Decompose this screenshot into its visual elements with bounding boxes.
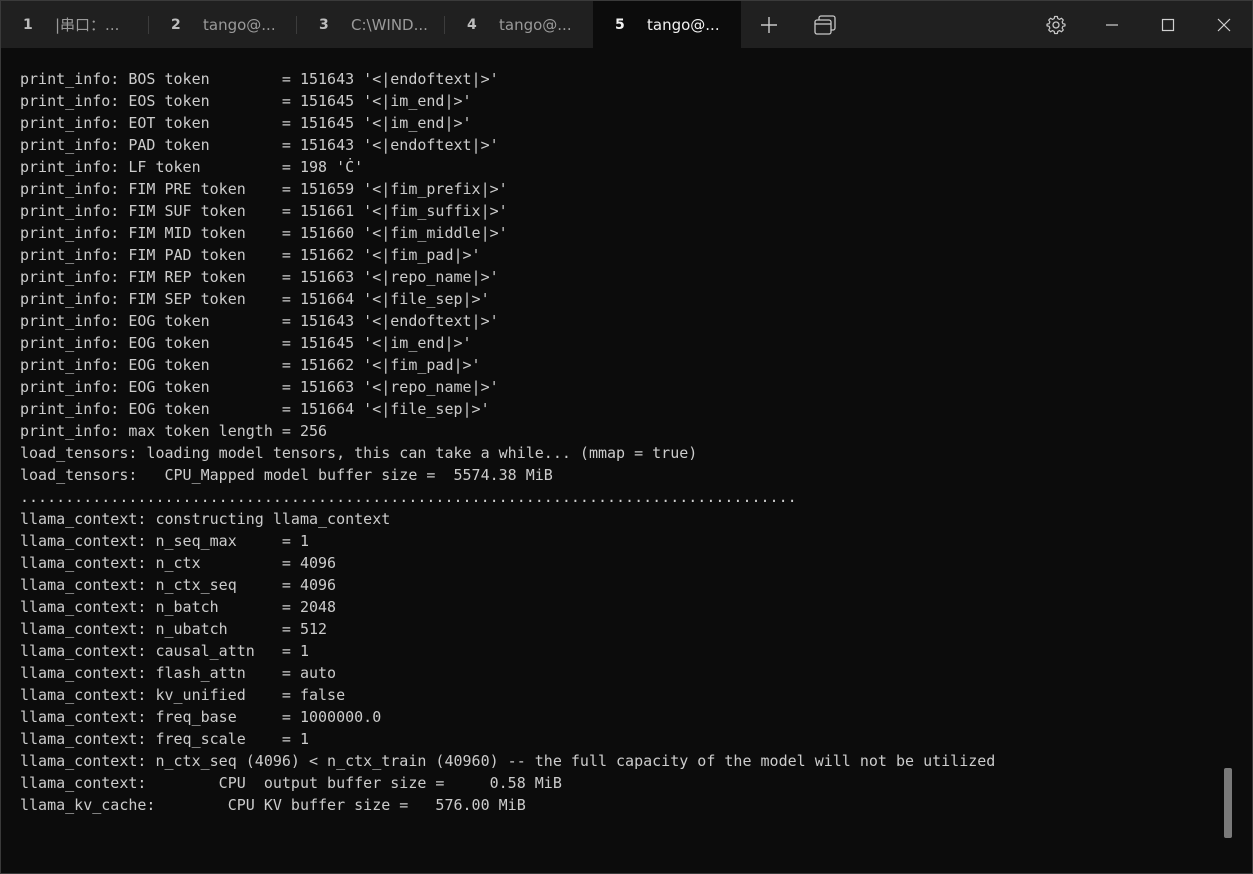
terminal-line: print_info: PAD token = 151643 '<|endoft… [20, 136, 499, 154]
scrollbar-thumb[interactable] [1224, 768, 1232, 838]
terminal-line: print_info: EOG token = 151664 '<|file_s… [20, 400, 490, 418]
terminal-line: print_info: FIM PAD token = 151662 '<|fi… [20, 246, 481, 264]
tab-number: 5 [615, 16, 625, 33]
terminal-line: print_info: FIM SUF token = 151661 '<|fi… [20, 202, 508, 220]
maximize-icon [1161, 18, 1175, 31]
terminal-line: print_info: FIM SEP token = 151664 '<|fi… [20, 290, 490, 308]
maximize-button[interactable] [1140, 1, 1196, 48]
terminal-line: print_info: max token length = 256 [20, 422, 328, 440]
terminal-line: llama_context: n_ubatch = 512 [20, 620, 328, 638]
tab-2[interactable]: 2 tango@... [149, 1, 297, 48]
plus-icon [761, 16, 777, 33]
terminal-line: print_info: EOS token = 151645 '<|im_end… [20, 92, 472, 110]
terminal-line: print_info: EOG token = 151645 '<|im_end… [20, 334, 472, 352]
terminal-line: print_info: FIM PRE token = 151659 '<|fi… [20, 180, 508, 198]
tab-strip: 1 |串口：... 2 tango@... 3 C:\WIND... 4 tango@... 5… [1, 1, 741, 48]
terminal-line: llama_kv_cache: CPU KV buffer size = 576… [20, 796, 526, 814]
tab-title: tango@... [203, 15, 276, 34]
terminal-output[interactable]: print_info: BOS token = 151643 '<|endoft… [20, 68, 995, 816]
tab-5[interactable]: 5 tango@... [593, 1, 741, 48]
terminal-line: ........................................… [20, 488, 797, 506]
terminal-line: load_tensors: CPU_Mapped model buffer si… [20, 466, 553, 484]
terminal-line: llama_context: freq_scale = 1 [20, 730, 309, 748]
settings-button[interactable] [1028, 1, 1084, 48]
tab-4[interactable]: 4 tango@... [445, 1, 593, 48]
new-tab-button[interactable] [741, 1, 797, 48]
minimize-icon [1106, 23, 1118, 26]
close-icon [1217, 18, 1231, 31]
tab-number: 4 [467, 16, 477, 33]
minimize-button[interactable] [1084, 1, 1140, 48]
terminal-line: load_tensors: loading model tensors, thi… [20, 444, 698, 462]
tab-1[interactable]: 1 |串口：... [1, 1, 149, 48]
terminal-window: 1 |串口：... 2 tango@... 3 C:\WIND... 4 tango@... 5… [0, 0, 1253, 874]
terminal-line: llama_context: n_ctx_seq = 4096 [20, 576, 337, 594]
terminal-line: llama_context: CPU output buffer size = … [20, 774, 562, 792]
gear-icon [1046, 15, 1066, 34]
terminal-line: llama_context: constructing llama_contex… [20, 510, 391, 528]
tab-number: 1 [23, 16, 33, 33]
terminal-line: print_info: EOT token = 151645 '<|im_end… [20, 114, 472, 132]
terminal-line: print_info: EOG token = 151643 '<|endoft… [20, 312, 499, 330]
terminal-line: print_info: FIM MID token = 151660 '<|fi… [20, 224, 508, 242]
terminal-line: llama_context: kv_unified = false [20, 686, 346, 704]
tab-title: tango@... [647, 15, 720, 34]
terminal-line: llama_context: n_seq_max = 1 [20, 532, 309, 550]
terminal-line: llama_context: n_batch = 2048 [20, 598, 337, 616]
tab-title: C:\WIND... [351, 15, 428, 34]
terminal-line: print_info: FIM REP token = 151663 '<|re… [20, 268, 499, 286]
tab-number: 2 [171, 16, 181, 33]
title-bar[interactable]: 1 |串口：... 2 tango@... 3 C:\WIND... 4 tango@... 5… [1, 1, 1252, 48]
tab-3[interactable]: 3 C:\WIND... [297, 1, 445, 48]
terminal-line: llama_context: flash_attn = auto [20, 664, 337, 682]
vertical-scrollbar[interactable] [1224, 67, 1232, 838]
terminal-line: llama_context: n_ctx = 4096 [20, 554, 337, 572]
close-button[interactable] [1196, 1, 1252, 48]
title-bar-drag-area[interactable] [853, 1, 1028, 48]
tab-overview-button[interactable] [797, 1, 853, 48]
tab-title: |串口：... [55, 16, 120, 34]
terminal-line: llama_context: n_ctx_seq (4096) < n_ctx_… [20, 752, 996, 770]
terminal-line: llama_context: causal_attn = 1 [20, 642, 309, 660]
terminal-line: print_info: EOG token = 151662 '<|fim_pa… [20, 356, 481, 374]
tab-number: 3 [319, 16, 329, 33]
terminal-line: llama_context: freq_base = 1000000.0 [20, 708, 382, 726]
terminal-line: print_info: LF token = 198 'Ċ' [20, 158, 364, 176]
terminal-line: print_info: BOS token = 151643 '<|endoft… [20, 70, 499, 88]
tab-overview-icon [814, 14, 836, 35]
tab-title: tango@... [499, 15, 572, 34]
terminal-line: print_info: EOG token = 151663 '<|repo_n… [20, 378, 499, 396]
